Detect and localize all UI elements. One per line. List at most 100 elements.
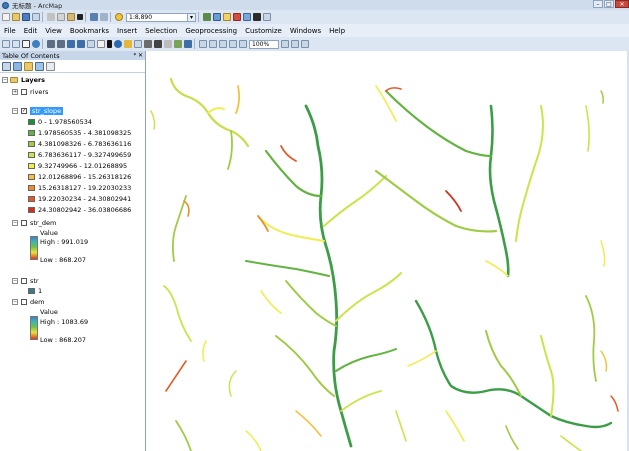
legend-class: 1.978560535 - 4.381098325 [28, 128, 131, 137]
layers-label: Layers [21, 75, 46, 84]
collapse-icon[interactable]: − [12, 277, 18, 284]
fixed-zoom-out-icon[interactable] [57, 40, 65, 48]
zoom-percent-input[interactable]: 100% [249, 39, 279, 49]
editor-toolbar-icon[interactable] [203, 13, 211, 21]
maximize-button[interactable]: □ [604, 0, 614, 8]
layer-str-slope[interactable]: − ✓ str_slope [12, 106, 64, 115]
layer-visibility-checkbox[interactable] [21, 88, 27, 95]
layer-visibility-checkbox[interactable] [21, 219, 27, 226]
copy-icon[interactable] [57, 13, 65, 21]
catalog-icon[interactable] [223, 13, 231, 21]
back-extent-icon[interactable] [67, 40, 75, 48]
chevron-down-icon[interactable]: ▾ [187, 13, 195, 21]
forward-extent-icon[interactable] [77, 40, 85, 48]
map-scale-input[interactable]: 1:8,890 ▾ [126, 12, 196, 22]
layout-pan-icon[interactable] [219, 40, 227, 48]
layout-zoom-in-icon[interactable] [199, 40, 207, 48]
zoom-in-icon[interactable] [2, 40, 10, 48]
delete-icon[interactable] [77, 14, 83, 20]
select-features-icon[interactable] [87, 40, 95, 48]
stream-network-map [150, 77, 619, 451]
menu-edit[interactable]: Edit [20, 27, 42, 35]
layer-name: dem [30, 297, 45, 306]
legend-high: High : 991.019 [40, 237, 89, 246]
list-by-visibility-icon[interactable] [24, 61, 33, 71]
toc-options-icon[interactable] [46, 61, 55, 71]
menu-file[interactable]: File [0, 27, 20, 35]
layout-zoom-out-icon[interactable] [209, 40, 217, 48]
layers-dataframe[interactable]: − Layers [2, 75, 45, 84]
redo-icon[interactable] [100, 13, 108, 21]
list-by-drawing-order-icon[interactable] [2, 61, 11, 71]
table-of-contents-icon[interactable] [213, 13, 221, 21]
layer-visibility-checkbox[interactable]: ✓ [21, 107, 27, 114]
save-icon[interactable] [22, 13, 30, 21]
collapse-icon[interactable]: − [12, 298, 18, 305]
class-swatch [28, 118, 35, 125]
menu-windows[interactable]: Windows [286, 27, 325, 35]
cut-icon[interactable] [47, 13, 55, 21]
collapse-icon[interactable]: − [2, 76, 8, 83]
collapse-icon[interactable]: − [12, 219, 18, 226]
html-popup-icon[interactable] [134, 40, 142, 48]
collapse-icon[interactable]: − [12, 107, 18, 114]
class-label: 1.978560535 - 4.381098325 [38, 128, 132, 137]
hyperlink-icon[interactable] [124, 40, 132, 48]
menu-insert[interactable]: Insert [113, 27, 141, 35]
undo-icon[interactable] [90, 13, 98, 21]
menu-geoprocessing[interactable]: Geoprocessing [181, 27, 241, 35]
pan-icon[interactable] [22, 40, 30, 48]
map-display[interactable] [146, 51, 629, 451]
python-window-icon[interactable] [253, 13, 261, 21]
viewer-window-icon[interactable] [184, 40, 192, 48]
minimize-button[interactable]: – [593, 0, 603, 8]
menu-bookmarks[interactable]: Bookmarks [66, 27, 113, 35]
zoom-100-icon[interactable] [239, 40, 247, 48]
close-button[interactable]: ✕ [615, 0, 629, 8]
elevation-color-ramp [30, 236, 38, 260]
layer-visibility-checkbox[interactable] [21, 298, 27, 305]
class-swatch [28, 140, 35, 147]
legend-class: 1 [28, 286, 42, 295]
time-slider-icon[interactable] [174, 40, 182, 48]
layer-str-dem[interactable]: − str_dem [12, 218, 56, 227]
class-swatch [28, 195, 35, 202]
menu-selection[interactable]: Selection [141, 27, 181, 35]
go-to-xy-icon[interactable] [164, 40, 172, 48]
open-icon[interactable] [12, 13, 20, 21]
clear-selection-icon[interactable] [97, 40, 105, 48]
menu-view[interactable]: View [41, 27, 66, 35]
class-swatch [28, 287, 35, 294]
add-data-icon[interactable] [115, 13, 123, 21]
identify-icon[interactable] [114, 40, 122, 48]
toc-pin-close-buttons[interactable]: ᵠ ✕ [134, 52, 143, 59]
focus-data-frame-icon[interactable] [291, 40, 299, 48]
zoom-whole-page-icon[interactable] [229, 40, 237, 48]
list-by-source-icon[interactable] [13, 61, 22, 71]
full-extent-icon[interactable] [32, 40, 40, 48]
layer-visibility-checkbox[interactable] [21, 277, 27, 284]
standard-toolbar: 1:8,890 ▾ [0, 10, 629, 24]
layer-rivers[interactable]: + rivers [12, 87, 48, 96]
arctoolbox-icon[interactable] [243, 13, 251, 21]
zoom-out-icon[interactable] [12, 40, 20, 48]
select-elements-icon[interactable] [107, 40, 112, 48]
new-icon[interactable] [2, 13, 10, 21]
fixed-zoom-in-icon[interactable] [47, 40, 55, 48]
toc-header: Table Of Contents ᵠ ✕ [0, 51, 145, 60]
menu-customize[interactable]: Customize [241, 27, 286, 35]
paste-icon[interactable] [67, 13, 75, 21]
model-builder-icon[interactable] [263, 13, 271, 21]
legend-class: 15.26318127 - 19.22030233 [28, 183, 131, 192]
search-window-icon[interactable] [233, 13, 241, 21]
measure-icon[interactable] [144, 40, 152, 48]
list-by-selection-icon[interactable] [35, 61, 44, 71]
toggle-draft-mode-icon[interactable] [281, 40, 289, 48]
expand-icon[interactable]: + [12, 88, 18, 95]
find-icon[interactable] [154, 40, 162, 48]
layer-dem[interactable]: − dem [12, 297, 44, 306]
print-icon[interactable] [32, 13, 40, 21]
change-layout-icon[interactable] [301, 40, 309, 48]
layer-str[interactable]: − str [12, 276, 39, 285]
menu-help[interactable]: Help [325, 27, 349, 35]
